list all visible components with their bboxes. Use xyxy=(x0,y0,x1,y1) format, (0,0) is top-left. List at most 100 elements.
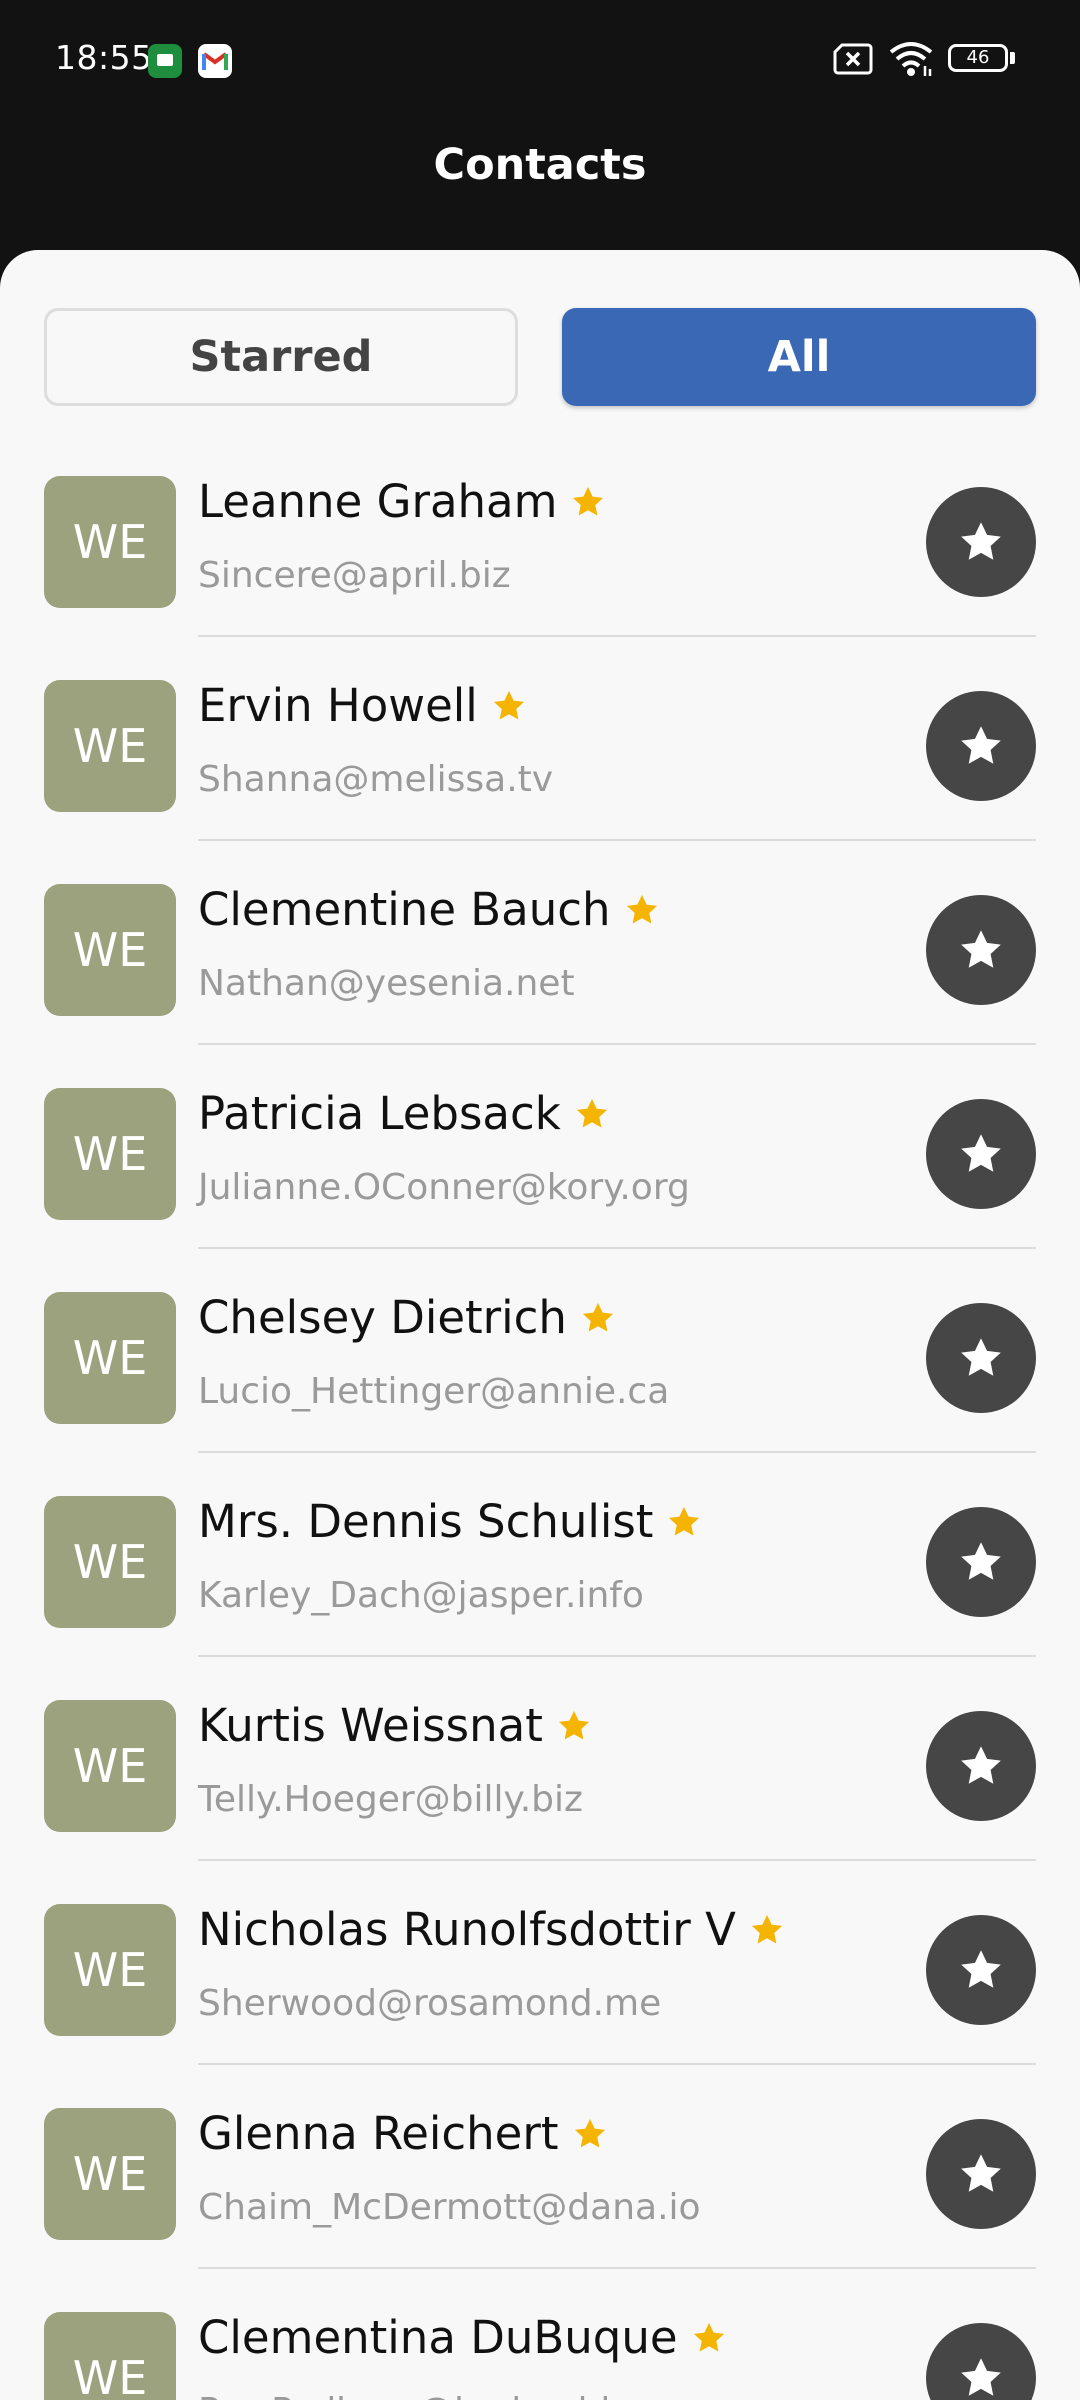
avatar: WE xyxy=(44,1904,176,2036)
chat-notification-icon xyxy=(148,44,182,78)
contact-email: Julianne.OConner@kory.org xyxy=(198,1167,690,1208)
contact-row[interactable]: WE Patricia Lebsack Julianne.OConner@kory.… xyxy=(0,1073,1080,1277)
contact-email: Sherwood@rosamond.me xyxy=(198,1983,662,2024)
favorite-star-icon xyxy=(693,2322,724,2351)
divider xyxy=(198,1247,1036,1249)
star-toggle-button[interactable] xyxy=(926,1099,1036,1209)
star-toggle-button[interactable] xyxy=(926,1507,1036,1617)
contact-row[interactable]: WE Mrs. Dennis Schulist Karley_Dach@jasper… xyxy=(0,1481,1080,1685)
screen: 18:55 46 Contacts Starred All WE Leanne … xyxy=(0,0,1080,2400)
star-icon xyxy=(961,1542,1001,1580)
contact-name-line: Chelsey Dietrich xyxy=(198,1291,617,1344)
contact-row[interactable]: WE Clementina DuBuque Rey.Padberg@karina.b… xyxy=(0,2297,1080,2400)
divider xyxy=(198,839,1036,841)
contact-name: Nicholas Runolfsdottir V xyxy=(198,1903,736,1956)
contact-name: Chelsey Dietrich xyxy=(198,1291,567,1344)
divider xyxy=(198,1859,1036,1861)
contacts-sheet: Starred All WE Leanne Graham Sincere@april… xyxy=(0,250,1080,2400)
contact-email: Lucio_Hettinger@annie.ca xyxy=(198,1371,670,1412)
contact-row[interactable]: WE Ervin Howell Shanna@melissa.tv xyxy=(0,665,1080,869)
contact-email: Sincere@april.biz xyxy=(198,555,511,596)
contact-name-line: Clementina DuBuque xyxy=(198,2311,728,2364)
contact-email: Shanna@melissa.tv xyxy=(198,759,554,800)
avatar: WE xyxy=(44,1700,176,1832)
contact-name: Mrs. Dennis Schulist xyxy=(198,1495,654,1548)
contact-row[interactable]: WE Glenna Reichert Chaim_McDermott@dana.io xyxy=(0,2093,1080,2297)
contact-name-line: Ervin Howell xyxy=(198,679,528,732)
favorite-star-icon xyxy=(751,1914,782,1943)
contact-name: Clementine Bauch xyxy=(198,883,611,936)
divider xyxy=(198,2267,1036,2269)
avatar: WE xyxy=(44,1292,176,1424)
app-header: Contacts xyxy=(0,120,1080,250)
contact-row[interactable]: WE Nicholas Runolfsdottir V Sherwood@rosam… xyxy=(0,1889,1080,2093)
star-toggle-button[interactable] xyxy=(926,691,1036,801)
contact-row[interactable]: WE Chelsey Dietrich Lucio_Hettinger@annie.… xyxy=(0,1277,1080,1481)
favorite-star-icon xyxy=(626,894,657,923)
star-toggle-button[interactable] xyxy=(926,1915,1036,2025)
favorite-star-icon xyxy=(669,1506,700,1535)
contact-name-line: Patricia Lebsack xyxy=(198,1087,611,1140)
avatar: WE xyxy=(44,884,176,1016)
contact-name: Kurtis Weissnat xyxy=(198,1699,543,1752)
contact-name: Ervin Howell xyxy=(198,679,478,732)
star-toggle-button[interactable] xyxy=(926,487,1036,597)
contact-name: Glenna Reichert xyxy=(198,2107,559,2160)
star-icon xyxy=(961,1746,1001,1784)
battery-icon: 46 xyxy=(948,44,1018,74)
favorite-star-icon xyxy=(558,1710,589,1739)
divider xyxy=(198,1451,1036,1453)
star-icon xyxy=(961,2154,1001,2192)
contact-name-line: Mrs. Dennis Schulist xyxy=(198,1495,703,1548)
battery-level: 46 xyxy=(966,47,990,68)
star-toggle-button[interactable] xyxy=(926,2323,1036,2400)
status-time: 18:55 xyxy=(55,38,153,77)
contact-email: Karley_Dach@jasper.info xyxy=(198,1575,644,1616)
avatar: WE xyxy=(44,1496,176,1628)
contact-email: Rey.Padberg@karina.biz xyxy=(198,2391,629,2400)
divider xyxy=(198,1043,1036,1045)
avatar: WE xyxy=(44,476,176,608)
tab-all[interactable]: All xyxy=(562,308,1036,406)
star-icon xyxy=(961,1338,1001,1376)
favorite-star-icon xyxy=(576,1098,607,1127)
favorite-star-icon xyxy=(574,2118,605,2147)
star-icon xyxy=(961,2358,1001,2396)
contact-row[interactable]: WE Kurtis Weissnat Telly.Hoeger@billy.biz xyxy=(0,1685,1080,1889)
contact-email: Nathan@yesenia.net xyxy=(198,963,575,1004)
star-icon xyxy=(961,930,1001,968)
contact-name: Leanne Graham xyxy=(198,475,558,528)
tab-starred[interactable]: Starred xyxy=(44,308,518,406)
contact-name-line: Glenna Reichert xyxy=(198,2107,609,2160)
contact-row[interactable]: WE Leanne Graham Sincere@april.biz xyxy=(0,461,1080,665)
star-toggle-button[interactable] xyxy=(926,895,1036,1005)
contact-name: Clementina DuBuque xyxy=(198,2311,678,2364)
avatar: WE xyxy=(44,1088,176,1220)
wifi-icon xyxy=(889,42,933,76)
contact-name-line: Kurtis Weissnat xyxy=(198,1699,593,1752)
avatar: WE xyxy=(44,2108,176,2240)
no-sim-icon xyxy=(833,43,873,75)
star-toggle-button[interactable] xyxy=(926,1711,1036,1821)
star-icon xyxy=(961,1950,1001,1988)
contact-name-line: Leanne Graham xyxy=(198,475,607,528)
divider xyxy=(198,2063,1036,2065)
contact-email: Telly.Hoeger@billy.biz xyxy=(198,1779,583,1820)
contact-name-line: Clementine Bauch xyxy=(198,883,661,936)
page-title: Contacts xyxy=(433,140,647,190)
contact-name-line: Nicholas Runolfsdottir V xyxy=(198,1903,786,1956)
avatar: WE xyxy=(44,2312,176,2400)
favorite-star-icon xyxy=(493,690,524,719)
star-toggle-button[interactable] xyxy=(926,1303,1036,1413)
star-icon xyxy=(961,522,1001,560)
favorite-star-icon xyxy=(573,486,604,515)
divider xyxy=(198,635,1036,637)
star-icon xyxy=(961,726,1001,764)
contact-row[interactable]: WE Clementine Bauch Nathan@yesenia.net xyxy=(0,869,1080,1073)
divider xyxy=(198,1655,1036,1657)
favorite-star-icon xyxy=(582,1302,613,1331)
avatar: WE xyxy=(44,680,176,812)
star-toggle-button[interactable] xyxy=(926,2119,1036,2229)
star-icon xyxy=(961,1134,1001,1172)
gmail-notification-icon xyxy=(198,44,232,78)
